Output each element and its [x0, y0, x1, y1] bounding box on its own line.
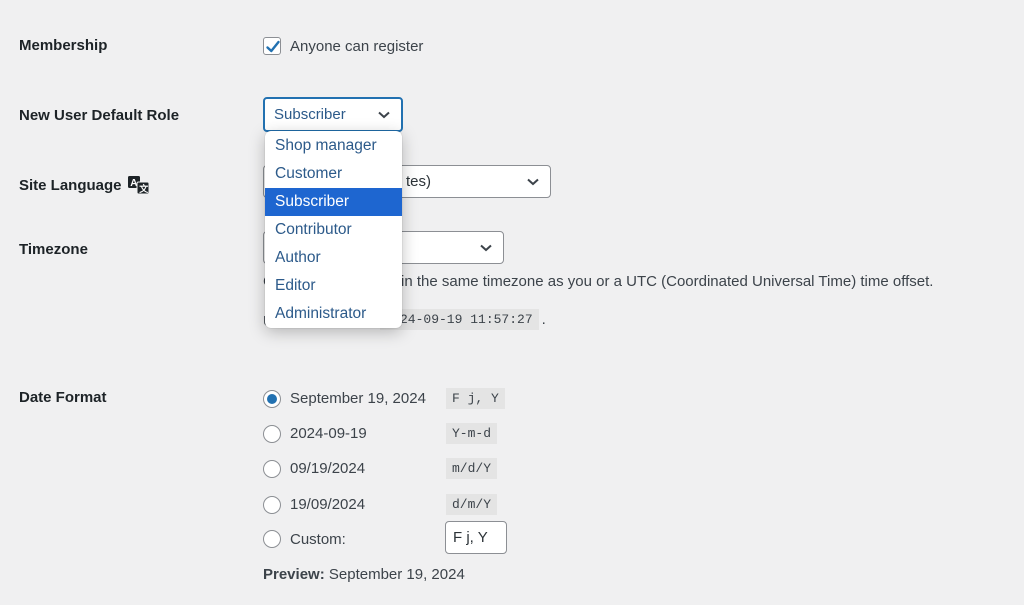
utc-time-code: 24-09-19 11:57:27: [380, 309, 539, 330]
timezone-label: Timezone: [19, 241, 88, 258]
date-format-option[interactable]: 2024-09-19 Y-m-d: [263, 423, 498, 444]
date-format-label: Date Format: [19, 389, 107, 406]
default-role-selected: Subscriber: [274, 106, 346, 123]
date-format-radio[interactable]: [263, 459, 281, 478]
date-format-option[interactable]: 09/19/2024 m/d/Y: [263, 458, 498, 479]
chevron-down-icon: [480, 244, 492, 251]
date-format-custom-option[interactable]: Custom:: [263, 530, 346, 548]
site-language-label: Site Language: [19, 176, 122, 194]
date-format-option[interactable]: 19/09/2024 d/m/Y: [263, 494, 498, 515]
checkmark-icon: [266, 40, 280, 53]
anyone-can-register-label: Anyone can register: [290, 37, 424, 55]
svg-text:文: 文: [138, 183, 149, 195]
date-format-radio[interactable]: [263, 424, 281, 443]
anyone-can-register-checkbox[interactable]: [263, 37, 281, 55]
chevron-down-icon: [378, 111, 390, 118]
date-preview-value: September 19, 2024: [328, 566, 465, 583]
utc-time-suffix: .: [541, 311, 546, 328]
utc-time-row: 24-09-19 11:57:27 .: [380, 309, 546, 330]
default-role-dropdown: Shop manager Customer Subscriber Contrib…: [265, 131, 402, 328]
date-format-radio[interactable]: [263, 495, 281, 514]
date-format-display: 09/19/2024: [290, 460, 366, 477]
date-format-display: September 19, 2024: [290, 390, 426, 407]
date-format-option[interactable]: September 19, 2024 F j, Y: [263, 388, 505, 409]
role-option-shop-manager[interactable]: Shop manager: [265, 132, 402, 160]
site-language-value: tes): [406, 173, 432, 190]
default-role-label: New User Default Role: [19, 107, 180, 124]
role-option-editor[interactable]: Editor: [265, 272, 402, 300]
custom-date-format-value: F j, Y: [453, 529, 488, 546]
date-format-display: 19/09/2024: [290, 496, 366, 513]
role-option-contributor[interactable]: Contributor: [265, 216, 402, 244]
date-format-code: F j, Y: [446, 388, 505, 409]
role-option-subscriber[interactable]: Subscriber: [265, 188, 402, 216]
site-language-label-row: Site Language A 文: [19, 175, 151, 195]
date-preview-label: Preview:: [263, 566, 325, 583]
date-format-radio[interactable]: [263, 389, 281, 408]
role-option-customer[interactable]: Customer: [265, 160, 402, 188]
role-option-administrator[interactable]: Administrator: [265, 300, 402, 328]
date-format-code: d/m/Y: [446, 494, 498, 515]
chevron-down-icon: [527, 178, 539, 185]
date-preview-row: Preview: September 19, 2024: [263, 566, 465, 583]
svg-text:A: A: [130, 178, 137, 189]
date-format-custom-radio[interactable]: [263, 530, 281, 548]
date-format-code: Y-m-d: [446, 423, 498, 444]
anyone-can-register-row[interactable]: Anyone can register: [263, 37, 423, 55]
date-format-display: 2024-09-19: [290, 425, 367, 442]
timezone-description: in the same timezone as you or a UTC (Co…: [401, 273, 934, 290]
custom-date-format-input[interactable]: F j, Y: [445, 521, 507, 554]
date-format-custom-label: Custom:: [290, 530, 346, 548]
membership-label: Membership: [19, 37, 108, 54]
translation-icon: A 文: [127, 176, 150, 195]
date-format-code: m/d/Y: [446, 458, 498, 479]
default-role-select[interactable]: Subscriber: [263, 97, 403, 132]
role-option-author[interactable]: Author: [265, 244, 402, 272]
